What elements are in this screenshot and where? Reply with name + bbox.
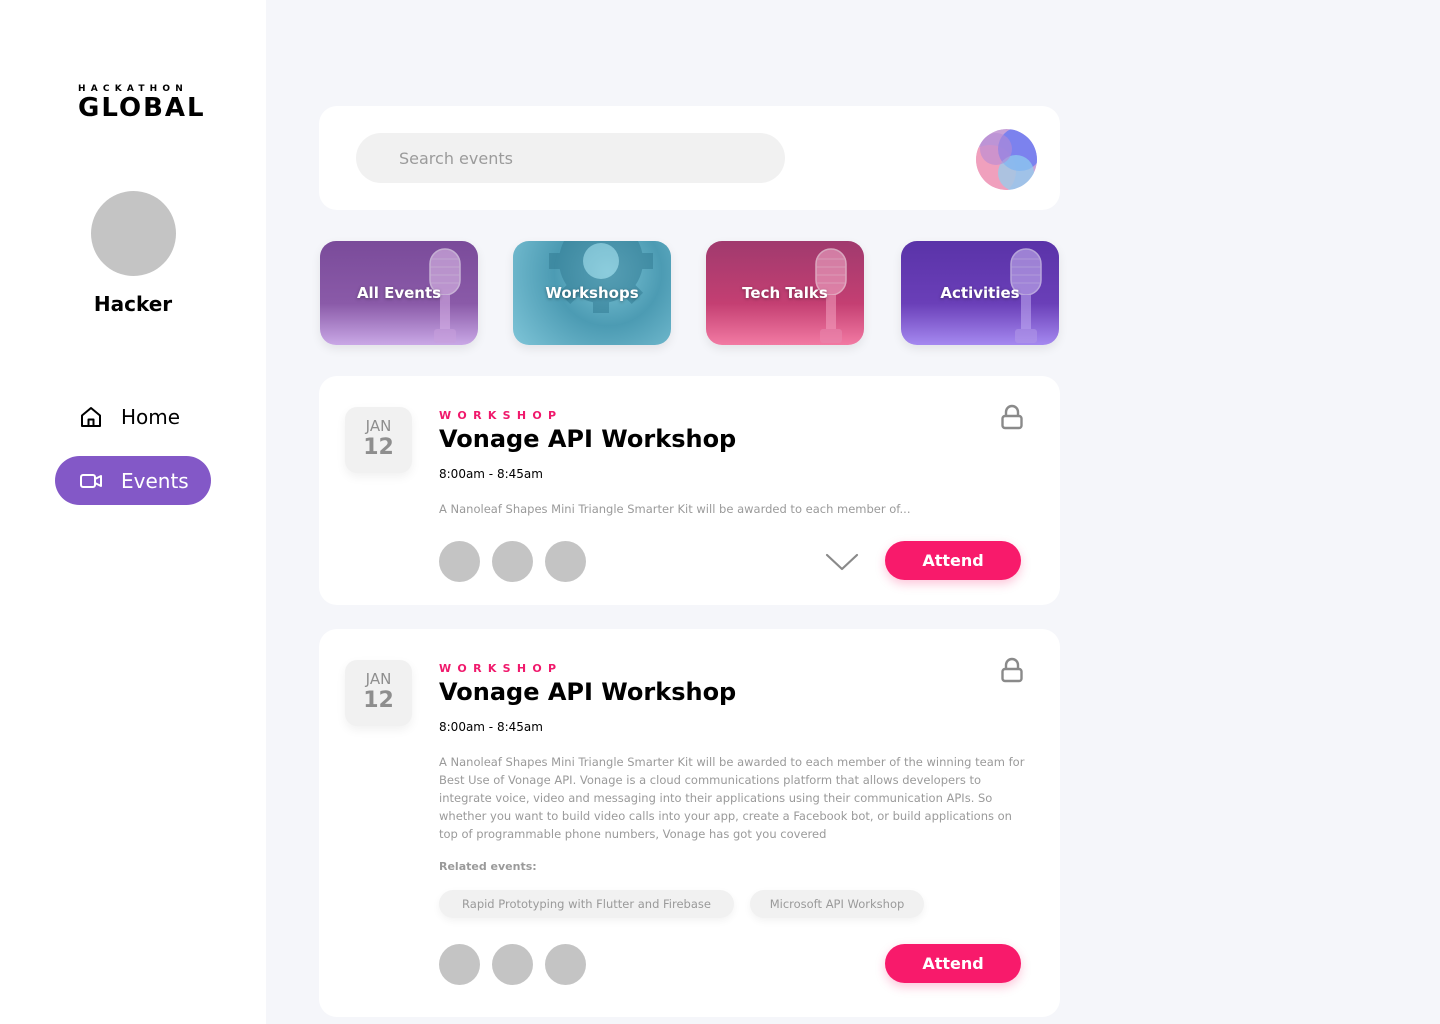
participant-avatars <box>439 944 586 985</box>
related-events-label: Related events: <box>439 860 537 873</box>
avatar[interactable] <box>91 191 176 276</box>
participant-avatar[interactable] <box>545 541 586 582</box>
video-camera-icon <box>80 473 102 488</box>
lock-icon[interactable] <box>1000 657 1024 683</box>
participant-avatar[interactable] <box>545 944 586 985</box>
related-event-chip[interactable]: Microsoft API Workshop <box>750 890 924 918</box>
brand-logo[interactable]: HACKATHON GLOBAL <box>78 84 206 122</box>
attend-button[interactable]: Attend <box>885 541 1021 580</box>
participant-avatar[interactable] <box>492 541 533 582</box>
event-card[interactable]: JAN 12 WORKSHOP Vonage API Workshop 8:00… <box>319 376 1060 605</box>
nav-item-events[interactable]: Events <box>55 456 211 505</box>
search-panel <box>319 106 1060 210</box>
category-label: Tech Talks <box>742 284 828 302</box>
event-time: 8:00am - 8:45am <box>439 720 543 734</box>
lock-icon[interactable] <box>1000 404 1024 430</box>
category-workshops[interactable]: Workshops <box>513 241 671 345</box>
participant-avatar[interactable] <box>492 944 533 985</box>
category-all-events[interactable]: All Events <box>320 241 478 345</box>
event-time: 8:00am - 8:45am <box>439 467 543 481</box>
chevron-down-icon[interactable] <box>825 552 859 572</box>
participant-avatars <box>439 541 586 582</box>
nav-label-events: Events <box>121 468 189 493</box>
sidebar: HACKATHON GLOBAL Hacker Home Events <box>0 0 266 1024</box>
logo-big-text: GLOBAL <box>78 93 206 123</box>
search-input[interactable] <box>356 133 785 183</box>
event-tag: WORKSHOP <box>439 662 563 675</box>
nav-item-home[interactable]: Home <box>55 392 211 441</box>
event-description: A Nanoleaf Shapes Mini Triangle Smarter … <box>439 755 1025 841</box>
category-label: Activities <box>940 284 1020 302</box>
category-activities[interactable]: Activities <box>901 241 1059 345</box>
date-day: 12 <box>363 435 394 460</box>
date-badge: JAN 12 <box>345 660 412 726</box>
profile-orb-icon[interactable] <box>976 129 1037 190</box>
date-badge: JAN 12 <box>345 407 412 473</box>
username: Hacker <box>93 292 173 316</box>
event-card-expanded[interactable]: JAN 12 WORKSHOP Vonage API Workshop 8:00… <box>319 629 1060 1017</box>
category-label: All Events <box>356 284 442 302</box>
related-event-chip[interactable]: Rapid Prototyping with Flutter and Fireb… <box>439 890 734 918</box>
attend-button[interactable]: Attend <box>885 944 1021 983</box>
nav-label-home: Home <box>121 404 181 429</box>
participant-avatar[interactable] <box>439 541 480 582</box>
event-title: Vonage API Workshop <box>439 425 737 453</box>
category-label: Workshops <box>545 284 639 302</box>
event-tag: WORKSHOP <box>439 409 563 422</box>
date-day: 12 <box>363 688 394 713</box>
date-month: JAN <box>365 670 392 688</box>
category-tech-talks[interactable]: Tech Talks <box>706 241 864 345</box>
date-month: JAN <box>365 417 392 435</box>
home-icon <box>81 406 101 427</box>
participant-avatar[interactable] <box>439 944 480 985</box>
event-title: Vonage API Workshop <box>439 678 737 706</box>
event-description: A Nanoleaf Shapes Mini Triangle Smarter … <box>439 502 911 516</box>
